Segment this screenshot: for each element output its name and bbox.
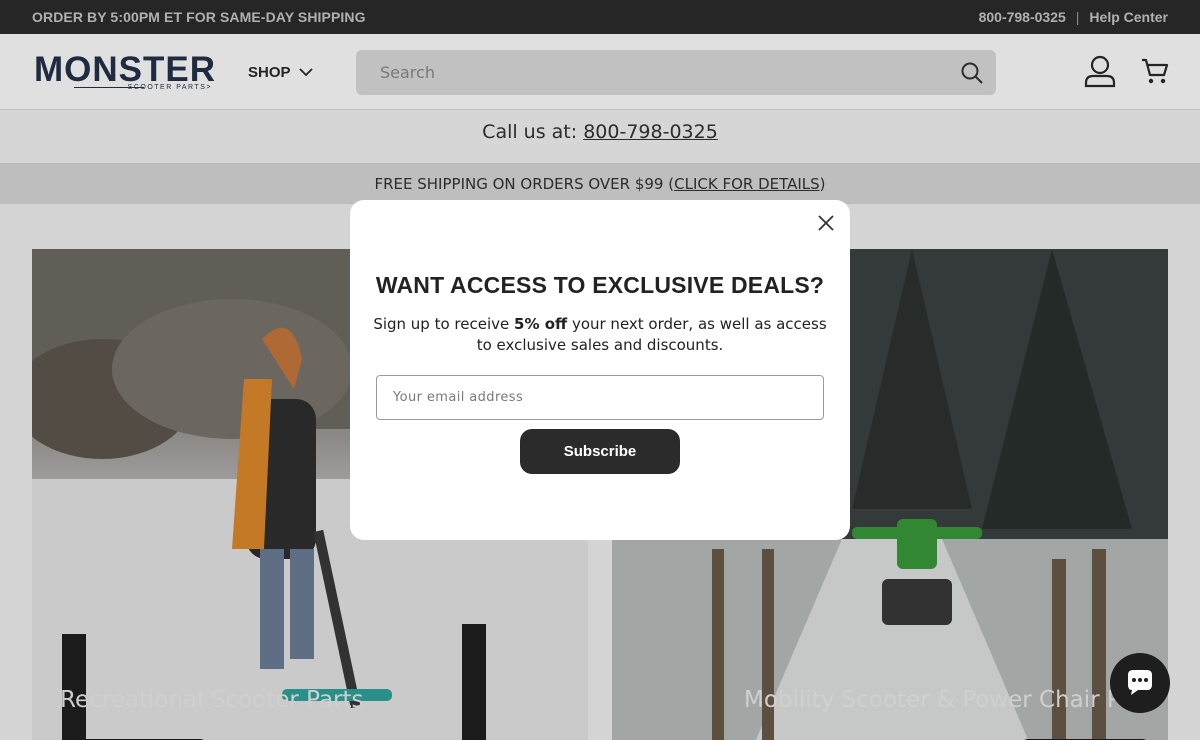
modal-discount: 5% off xyxy=(514,315,568,333)
newsletter-modal: WANT ACCESS TO EXCLUSIVE DEALS? Sign up … xyxy=(350,200,850,540)
subscribe-button[interactable]: Subscribe xyxy=(520,429,680,474)
chat-widget-button[interactable] xyxy=(1110,653,1170,713)
close-icon[interactable] xyxy=(816,213,836,233)
email-field[interactable] xyxy=(376,375,824,420)
modal-description: Sign up to receive 5% off your next orde… xyxy=(370,314,830,356)
chat-icon xyxy=(1128,670,1152,695)
modal-body-prefix: Sign up to receive xyxy=(373,315,515,333)
modal-title: WANT ACCESS TO EXCLUSIVE DEALS? xyxy=(375,272,825,298)
